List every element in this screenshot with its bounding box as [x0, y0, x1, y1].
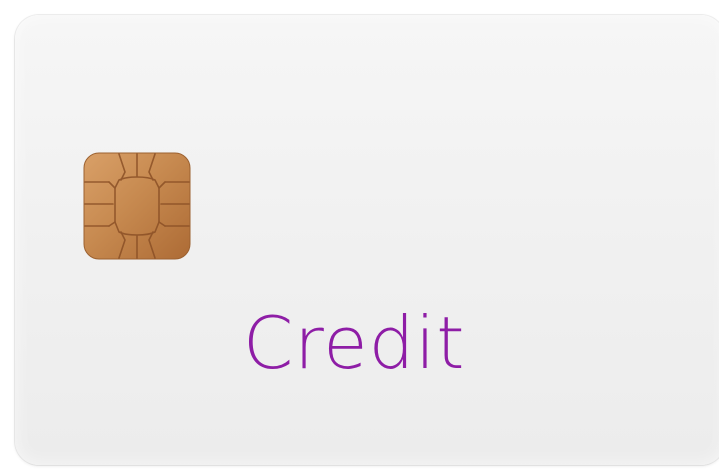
emv-chip-icon [83, 152, 191, 260]
card-type-label: Credit [243, 301, 466, 385]
credit-card[interactable]: Credit [15, 15, 719, 465]
page: Credit [0, 0, 719, 469]
